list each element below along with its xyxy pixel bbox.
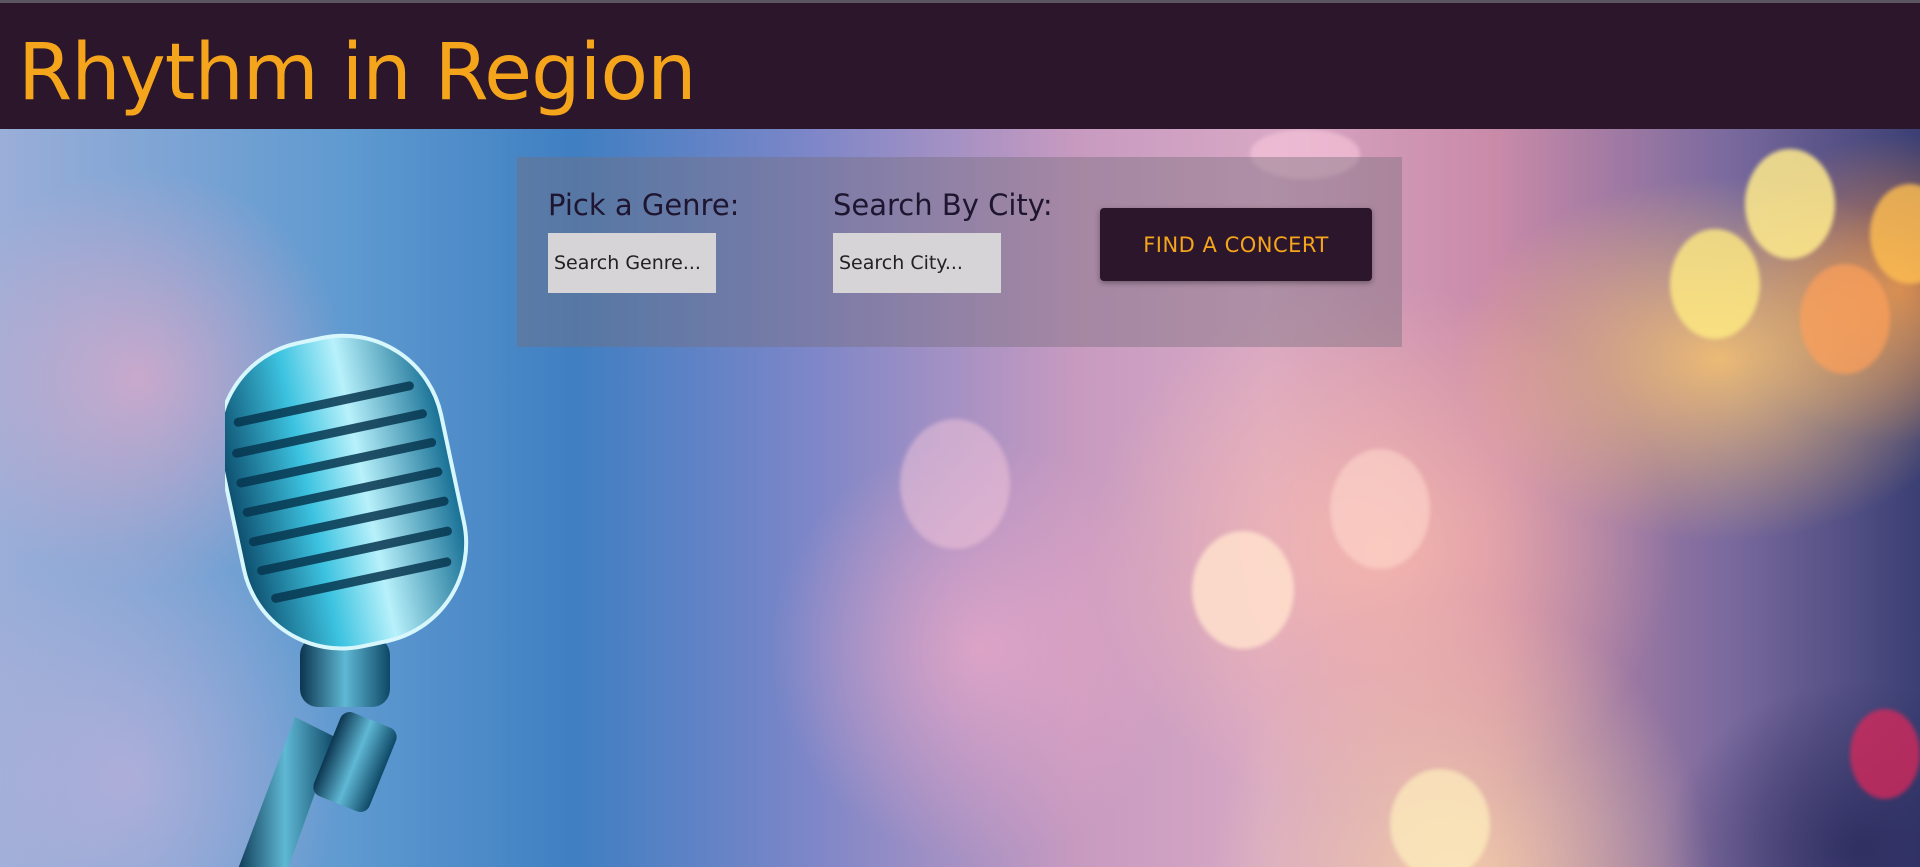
concert-search-panel: Pick a Genre: Search By City: FIND A CON… bbox=[517, 157, 1402, 347]
genre-search-input[interactable] bbox=[548, 233, 716, 293]
bokeh-light bbox=[1670, 229, 1760, 339]
bokeh-light bbox=[1870, 184, 1920, 284]
bokeh-light bbox=[1850, 709, 1920, 799]
bokeh-light bbox=[1192, 531, 1294, 649]
city-label: Search By City: bbox=[833, 188, 1053, 222]
genre-field-group: Pick a Genre: bbox=[548, 185, 740, 293]
bokeh-light bbox=[900, 419, 1010, 549]
bokeh-light bbox=[1330, 449, 1430, 569]
site-title[interactable]: Rhythm in Region bbox=[18, 25, 697, 121]
bokeh-light bbox=[1745, 149, 1835, 259]
genre-label: Pick a Genre: bbox=[548, 188, 740, 222]
bokeh-light bbox=[1390, 769, 1490, 867]
site-header: Rhythm in Region bbox=[0, 3, 1920, 129]
microphone-icon bbox=[225, 333, 469, 867]
find-concert-button[interactable]: FIND A CONCERT bbox=[1100, 208, 1372, 281]
city-field-group: Search By City: bbox=[833, 185, 1053, 293]
city-search-input[interactable] bbox=[833, 233, 1001, 293]
bokeh-light bbox=[1800, 264, 1890, 374]
